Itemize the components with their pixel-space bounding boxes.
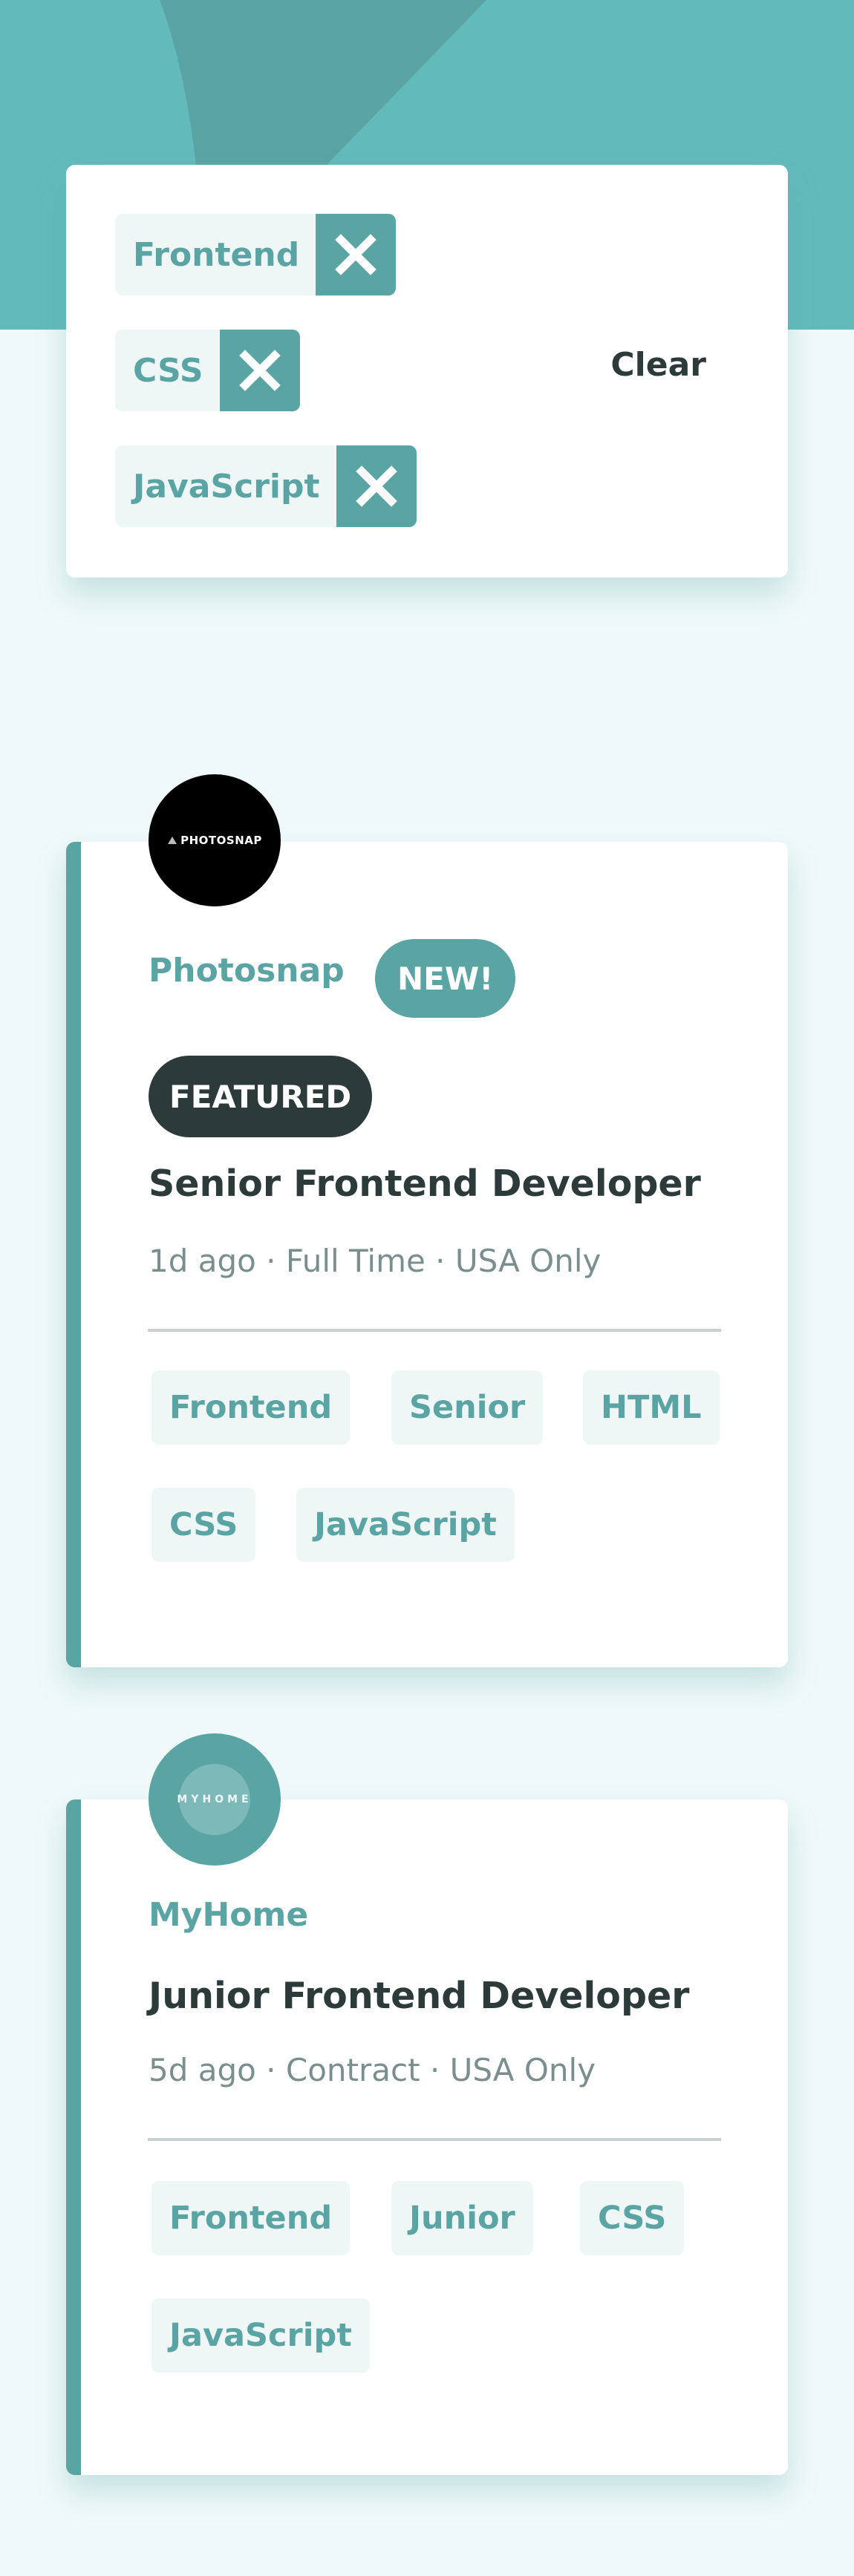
company-logo: PHOTOSNAP xyxy=(149,774,281,906)
filter-tag-label: CSS xyxy=(133,351,203,390)
tag-frontend[interactable]: Frontend xyxy=(151,2181,351,2255)
tag-javascript[interactable]: JavaScript xyxy=(296,1488,515,1562)
close-icon xyxy=(238,350,281,391)
tag-html[interactable]: HTML xyxy=(583,1370,720,1445)
triangle-icon xyxy=(168,837,177,844)
job-meta: 1d ago · Full Time · USA Only xyxy=(149,1243,602,1279)
job-position[interactable]: Junior Frontend Developer xyxy=(149,1975,689,2017)
new-badge: NEW! xyxy=(375,939,516,1018)
company-name: Photosnap xyxy=(149,952,345,990)
tag-junior[interactable]: Junior xyxy=(391,2181,533,2255)
tag-senior[interactable]: Senior xyxy=(391,1370,544,1445)
company-logo: MYHOME xyxy=(149,1733,281,1866)
remove-filter-button[interactable] xyxy=(336,445,417,527)
filter-tag-label: JavaScript xyxy=(133,467,320,506)
clear-filters-button[interactable]: Clear xyxy=(610,346,706,384)
close-icon xyxy=(355,465,397,507)
remove-filter-button[interactable] xyxy=(219,330,300,411)
job-listing-myhome: MYHOME MyHome Junior Frontend Developer … xyxy=(66,1733,788,2475)
divider xyxy=(148,1329,721,1332)
featured-badge: FEATURED xyxy=(149,1056,373,1137)
remove-filter-button[interactable] xyxy=(316,214,397,295)
tag-css[interactable]: CSS xyxy=(151,1488,256,1562)
filter-tag-css: CSS xyxy=(115,330,300,411)
filter-tag-frontend: Frontend xyxy=(115,214,397,295)
divider xyxy=(148,2138,721,2141)
filter-tag-javascript: JavaScript xyxy=(115,445,417,527)
logo-text: PHOTOSNAP xyxy=(180,834,262,847)
tag-frontend[interactable]: Frontend xyxy=(151,1370,351,1445)
job-meta: 5d ago · Contract · USA Only xyxy=(149,2052,596,2088)
tag-javascript[interactable]: JavaScript xyxy=(151,2298,370,2373)
filter-tag-label: Frontend xyxy=(133,235,300,274)
company-name: MyHome xyxy=(149,1896,309,1934)
filter-bar: Frontend CSS JavaScript Clear xyxy=(66,165,788,578)
job-position[interactable]: Senior Frontend Developer xyxy=(149,1163,701,1205)
tag-css[interactable]: CSS xyxy=(580,2181,685,2255)
close-icon xyxy=(335,234,377,275)
logo-text: MYHOME xyxy=(177,1794,252,1805)
logo-inner-circle: MYHOME xyxy=(177,1764,252,1835)
job-listing-photosnap: PHOTOSNAP Photosnap NEW! FEATURED Senior… xyxy=(66,774,788,1667)
